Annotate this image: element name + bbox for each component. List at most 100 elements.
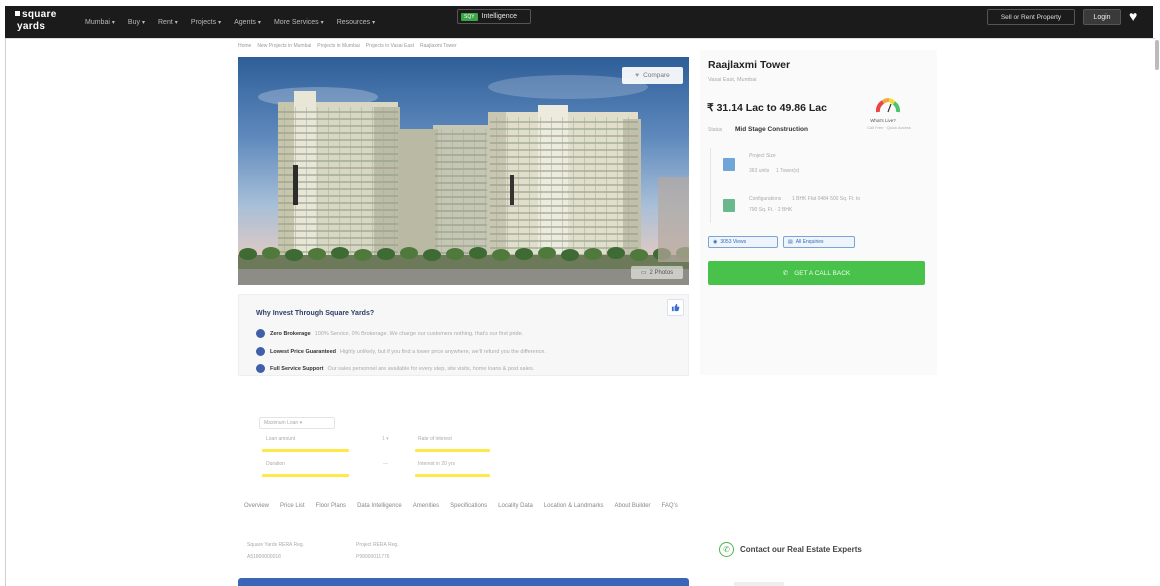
photos-button[interactable]: ▭ 2 Photos <box>631 266 683 279</box>
project-location[interactable]: Vasai East, Mumbai <box>708 77 757 83</box>
project-price: ₹ 31.14 Lac to 49.86 Lac <box>707 102 827 114</box>
tab-price-list[interactable]: Price List <box>280 503 305 509</box>
separator: — <box>383 461 388 467</box>
loan-amount-underline <box>262 449 349 452</box>
project-rera-value: P99000011776 <box>356 554 390 560</box>
tower-rendering <box>238 75 689 285</box>
duration-field[interactable]: Duration <box>266 461 285 467</box>
project-title: Raajlaxmi Tower <box>708 59 791 71</box>
building-icon <box>723 158 735 171</box>
scrollbar-thumb[interactable] <box>1155 40 1159 70</box>
project-units: 363 units <box>749 168 770 174</box>
nav-item-agents[interactable]: Agents ▾ <box>234 19 261 26</box>
loan-type-select[interactable]: Maximum Loan ▾ <box>259 417 335 429</box>
interest-total-field: Interest in 20 yrs <box>418 461 455 467</box>
views-chip[interactable]: ◉ 3053 Views <box>708 236 778 248</box>
nav-item-more-services[interactable]: More Services ▾ <box>274 19 324 26</box>
project-hero-image[interactable] <box>238 57 689 285</box>
chevron-down-icon: ▾ <box>141 19 145 26</box>
nav-item-rent[interactable]: Rent ▾ <box>158 19 178 26</box>
gauge-label: What's Live? <box>870 118 896 123</box>
why-invest-title: Why Invest Through Square Yards? <box>256 310 375 317</box>
breadcrumb-item[interactable]: Home <box>238 43 251 49</box>
tab-overview[interactable]: Overview <box>244 503 269 509</box>
breadcrumb-item: Raajlaxmi Tower <box>420 43 457 49</box>
support-icon <box>256 364 265 373</box>
square-yards-logo[interactable]: square yards <box>15 9 57 33</box>
project-rera-label: Project RERA Reg. <box>356 542 399 548</box>
breadcrumb-item[interactable]: New Projects in Mumbai <box>257 43 311 49</box>
floorplan-icon <box>723 199 735 212</box>
document-icon: ▤ <box>788 239 793 245</box>
sticky-enquiry-bar[interactable] <box>238 578 689 586</box>
intel-label: Intelligence <box>481 13 517 20</box>
tab-specifications[interactable]: Specifications <box>450 503 487 509</box>
tab-about-builder[interactable]: About Builder <box>615 503 651 509</box>
compare-button[interactable]: ♥ Compare <box>622 67 683 84</box>
breadcrumb: Home New Projects in Mumbai Projects in … <box>238 43 463 49</box>
main-nav: Mumbai ▾ Buy ▾ Rent ▾ Projects ▾ Agents ▾ Mor… <box>85 6 388 38</box>
phone-icon: ✆ <box>782 270 789 277</box>
section-tabs: Overview Price List Floor Plans Data Int… <box>244 503 689 509</box>
configurations-label: Configurations <box>749 196 782 202</box>
configurations-value: 1 BHK Flat 0484 500 Sq. Ft. to <box>792 196 861 202</box>
tab-data-intelligence[interactable]: Data Intelligence <box>357 503 402 509</box>
project-info-panel <box>700 50 937 375</box>
chevron-down-icon: ▾ <box>218 19 222 26</box>
enquiries-chip[interactable]: ▤ All Enquiries <box>783 236 855 248</box>
chevron-down-icon: ▾ <box>174 19 178 26</box>
price-tag-icon <box>256 347 265 356</box>
tab-locality[interactable]: Locality Data <box>498 503 533 509</box>
why-invest-item: Full Service Support Our sales personnel… <box>256 364 534 373</box>
project-towers: 1 Tower(s) <box>776 168 800 174</box>
tab-location[interactable]: Location & Landmarks <box>544 503 604 509</box>
status-label: Status <box>708 127 723 133</box>
intel-badge: SQY <box>461 12 478 21</box>
thumbs-up-icon[interactable] <box>667 299 684 316</box>
why-invest-item: Lowest Price Guaranteed Highly unlikely,… <box>256 347 546 356</box>
image-icon: ▭ <box>640 270 647 276</box>
intelligence-button[interactable]: SQY Intelligence <box>457 9 531 24</box>
eye-icon: ◉ <box>713 239 718 245</box>
tab-amenities[interactable]: Amenities <box>413 503 439 509</box>
login-button[interactable]: Login <box>1083 9 1121 25</box>
chevron-down-icon: ▾ <box>257 19 261 26</box>
tab-floor-plans[interactable]: Floor Plans <box>316 503 346 509</box>
shortlist-heart-icon[interactable]: ♥ <box>1129 8 1137 24</box>
chevron-down-icon: ▾ <box>372 19 376 26</box>
top-navigation: square yards Mumbai ▾ Buy ▾ Rent ▾ Projects… <box>5 6 1153 38</box>
zero-brokerage-icon <box>256 329 265 338</box>
duration-underline <box>262 474 349 477</box>
gauge-sublabel: Call Free · Quick Access <box>867 125 911 130</box>
header-divider <box>5 38 1155 39</box>
sqy-rera-label: Square Yards RERA Reg. <box>247 542 305 548</box>
breadcrumb-item[interactable]: Projects in Vasai East <box>366 43 414 49</box>
tenure-select[interactable]: 1 ▾ <box>382 436 389 442</box>
bottom-panel-edge <box>734 582 784 586</box>
get-call-back-button[interactable]: ✆ GET A CALL BACK <box>708 261 925 285</box>
heart-icon: ♥ <box>635 72 640 79</box>
status-value: Mid Stage Construction <box>735 126 808 133</box>
phone-icon: ✆ <box>719 542 734 557</box>
loan-amount-field[interactable]: Loan amount <box>266 436 295 442</box>
tab-faqs[interactable]: FAQ's <box>662 503 678 509</box>
project-size-label: Project Size <box>749 153 776 159</box>
nav-item-city[interactable]: Mumbai ▾ <box>85 19 115 26</box>
configurations-value-2: 790 Sq. Ft. · 2 BHK <box>749 207 793 213</box>
nav-item-resources[interactable]: Resources ▾ <box>337 19 375 26</box>
chevron-down-icon: ▾ <box>320 19 324 26</box>
nav-item-projects[interactable]: Projects ▾ <box>191 19 221 26</box>
sqy-rera-value: A51800000018 <box>247 554 281 560</box>
interest-rate-field[interactable]: Rate of interest <box>418 436 452 442</box>
sell-rent-property-button[interactable]: Sell or Rent Property <box>987 9 1075 25</box>
window-left-edge <box>5 38 6 586</box>
specs-divider <box>710 148 711 223</box>
contact-experts-link[interactable]: ✆ Contact our Real Estate Experts <box>719 542 862 557</box>
gauge-icon <box>876 98 900 113</box>
breadcrumb-item[interactable]: Projects in Mumbai <box>317 43 360 49</box>
nav-item-buy[interactable]: Buy ▾ <box>128 19 145 26</box>
why-invest-item: Zero Brokerage 100% Service, 0% Brokerag… <box>256 329 523 338</box>
interest-rate-underline <box>415 449 490 452</box>
interest-total-underline <box>415 474 490 477</box>
chevron-down-icon: ▾ <box>111 19 115 26</box>
